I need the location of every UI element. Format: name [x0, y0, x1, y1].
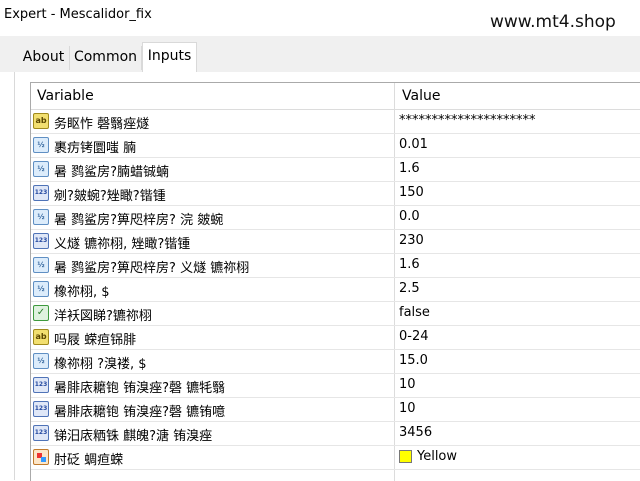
variable-value[interactable]: 3456 — [399, 425, 432, 440]
integer-param-icon: 123 — [33, 233, 49, 249]
table-header: Variable Value — [31, 83, 640, 110]
table-row[interactable]: 123 暑腓庡耱铇 铕溴痤?磬 镳铕噫 10 — [31, 398, 640, 422]
table-row[interactable]: ½ 橡祢栩 ?溴褛, $ 15.0 — [31, 350, 640, 374]
variable-value[interactable]: 0.01 — [399, 137, 428, 152]
table-row[interactable]: 123 锑汨庡粞铢 麒魄?溏 铕溴痤 3456 — [31, 422, 640, 446]
variable-value[interactable]: 15.0 — [399, 353, 428, 368]
variable-value[interactable]: 10 — [399, 377, 416, 392]
variable-name: 剜?皴蜿?矬瞰?锴锺 — [54, 189, 166, 204]
variable-value[interactable]: 230 — [399, 233, 424, 248]
table-row[interactable]: 123 义燧 镳祢栩, 矬瞰?锴锺 230 — [31, 230, 640, 254]
integer-param-icon: 123 — [33, 401, 49, 417]
table-row[interactable]: 123 剜?皴蜿?矬瞰?锴锺 150 — [31, 182, 640, 206]
table-row[interactable]: ab 务眍怍 磬翳痤燧 ********************* — [31, 110, 640, 134]
double-param-icon: ½ — [33, 257, 49, 273]
variable-value[interactable]: 1.6 — [399, 161, 420, 176]
variable-column-header[interactable]: Variable — [37, 88, 94, 104]
table-row[interactable]: 123 暑腓庡耱铇 铕溴痤?磬 镳牦翳 10 — [31, 374, 640, 398]
variable-value[interactable]: 2.5 — [399, 281, 420, 296]
variable-value[interactable]: 1.6 — [399, 257, 420, 272]
title-bar: Expert - Mescalidor_fix www.mt4.shop — [0, 0, 640, 36]
variable-name: 务眍怍 磬翳痤燧 — [54, 117, 150, 132]
watermark: www.mt4.shop — [490, 12, 616, 32]
tab-about[interactable]: About — [18, 46, 70, 70]
variable-name: 暑 鹨鲨房?箅咫梓房? 浣 皴蜿 — [54, 213, 224, 228]
variable-name: 肘砭 蜩疸蝾 — [54, 453, 124, 468]
integer-param-icon: 123 — [33, 377, 49, 393]
variable-name: 暑 鹨鲨房?腩蜡铖蝻 — [54, 165, 170, 180]
table-row[interactable]: ½ 暑 鹨鲨房?箅咫梓房? 义燧 镳祢栩 1.6 — [31, 254, 640, 278]
tab-common[interactable]: Common — [70, 46, 142, 70]
variable-value[interactable]: 0.0 — [399, 209, 420, 224]
tab-inputs[interactable]: Inputs — [142, 42, 197, 72]
double-param-icon: ½ — [33, 281, 49, 297]
value-column-header[interactable]: Value — [402, 88, 440, 104]
table-row[interactable]: ½ 暑 鹨鲨房?箅咫梓房? 浣 皴蜿 0.0 — [31, 206, 640, 230]
window-title: Expert - Mescalidor_fix — [4, 7, 152, 22]
variable-name: 义燧 镳祢栩, 矬瞰?锴锺 — [54, 237, 191, 252]
variable-value[interactable]: Yellow — [417, 449, 457, 464]
tab-strip: About Common Inputs — [0, 36, 640, 72]
string-param-icon: ab — [33, 329, 49, 345]
variable-name: 锑汨庡粞铢 麒魄?溏 铕溴痤 — [54, 429, 213, 444]
variable-value[interactable]: false — [399, 305, 430, 320]
color-swatch[interactable] — [399, 450, 412, 463]
variable-name: 橡祢栩, $ — [54, 285, 110, 300]
variable-name: 橡祢栩 ?溴褛, $ — [54, 357, 147, 372]
double-param-icon: ½ — [33, 209, 49, 225]
variable-name: 暑 鹨鲨房?箅咫梓房? 义燧 镳祢栩 — [54, 261, 250, 276]
variable-value[interactable]: 150 — [399, 185, 424, 200]
variable-value[interactable]: ********************* — [399, 113, 536, 128]
table-row[interactable]: ½ 裹疠铐圜嗤 腩 0.01 — [31, 134, 640, 158]
variable-value[interactable]: 0-24 — [399, 329, 429, 344]
variable-name: 暑腓庡耱铇 铕溴痤?磬 镳牦翳 — [54, 381, 226, 396]
string-param-icon: ab — [33, 113, 49, 129]
table-row[interactable]: ab 吗屐 蝾疸铞腓 0-24 — [31, 326, 640, 350]
bool-param-icon: ✓ — [33, 305, 49, 321]
variable-name: 洋袄図睇?镳祢栩 — [54, 309, 152, 324]
variable-value[interactable]: 10 — [399, 401, 416, 416]
integer-param-icon: 123 — [33, 425, 49, 441]
color-param-icon — [33, 449, 49, 465]
double-param-icon: ½ — [33, 353, 49, 369]
variable-name: 裹疠铐圜嗤 腩 — [54, 141, 137, 156]
variable-name: 暑腓庡耱铇 铕溴痤?磬 镳铕噫 — [54, 405, 226, 420]
table-row[interactable]: ✓ 洋袄図睇?镳祢栩 false — [31, 302, 640, 326]
integer-param-icon: 123 — [33, 185, 49, 201]
table-row[interactable]: ½ 暑 鹨鲨房?腩蜡铖蝻 1.6 — [31, 158, 640, 182]
parameters-table: Variable Value ab 务眍怍 磬翳痤燧 ***************… — [30, 82, 640, 481]
double-param-icon: ½ — [33, 161, 49, 177]
variable-name: 吗屐 蝾疸铞腓 — [54, 333, 137, 348]
double-param-icon: ½ — [33, 137, 49, 153]
table-row[interactable]: ½ 橡祢栩, $ 2.5 — [31, 278, 640, 302]
table-row[interactable]: 肘砭 蜩疸蝾 Yellow — [31, 446, 640, 470]
